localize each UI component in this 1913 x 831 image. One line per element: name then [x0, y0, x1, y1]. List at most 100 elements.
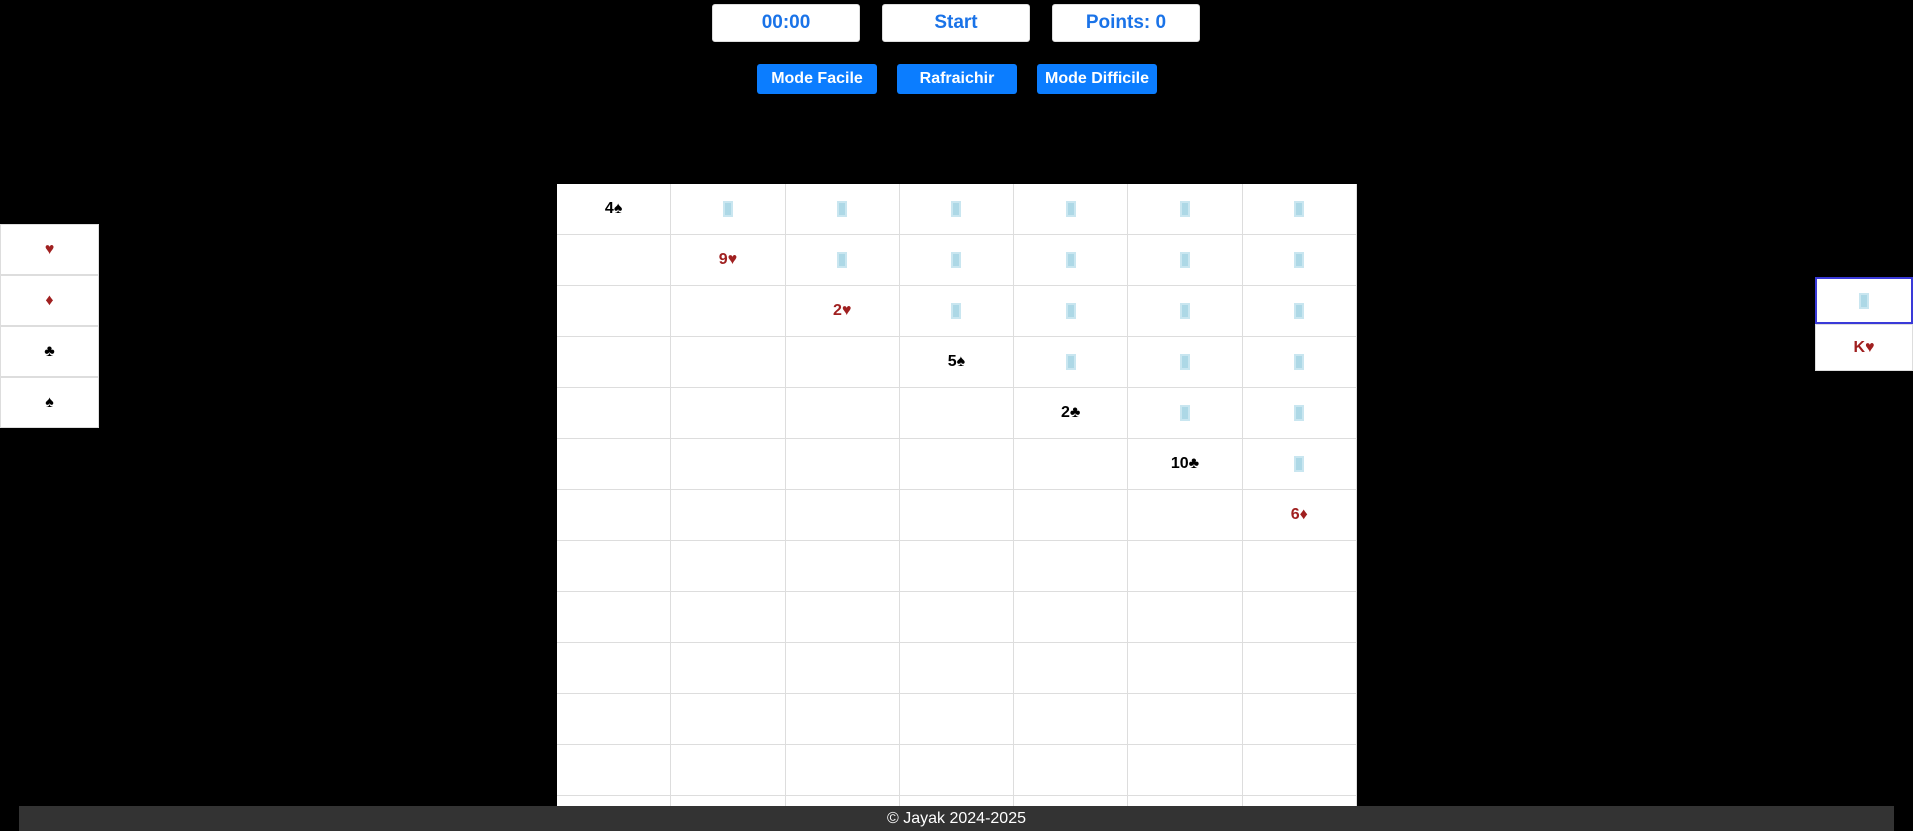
card-back-icon [837, 252, 848, 268]
face-down-card[interactable] [1014, 184, 1129, 235]
card-back-icon [1179, 252, 1190, 268]
empty-cell [1014, 439, 1129, 490]
face-down-card[interactable] [1014, 235, 1129, 286]
empty-cell [1128, 796, 1243, 806]
foundation-slot[interactable]: ♣ [0, 326, 99, 377]
card-back-icon [1294, 303, 1305, 319]
empty-cell [671, 796, 786, 806]
tableau-grid: 4♠ 9♥ 2♥ 5♠ 2♣ 10♣ 6♦ [557, 184, 1357, 806]
foundation-piles: ♥ ♦ ♣ ♠ [0, 224, 99, 428]
face-up-card[interactable]: 9♥ [671, 235, 786, 286]
empty-cell [785, 541, 900, 592]
tableau-board: 4♠ 9♥ 2♥ 5♠ 2♣ 10♣ 6♦ [557, 184, 1357, 806]
card-back-icon [1179, 354, 1190, 370]
hard-mode-button[interactable]: Mode Difficile [1037, 64, 1157, 94]
empty-cell [785, 592, 900, 643]
face-down-card[interactable] [1242, 439, 1357, 490]
empty-cell [671, 439, 786, 490]
empty-cell [786, 796, 900, 806]
empty-cell [1242, 643, 1357, 694]
face-down-card[interactable] [1242, 337, 1357, 388]
face-down-card[interactable] [1128, 388, 1243, 439]
top-bar: 00:00 Start Points: 0 [0, 4, 1913, 44]
empty-cell [1128, 541, 1243, 592]
card-back-icon [1065, 252, 1076, 268]
face-down-card[interactable] [1242, 286, 1357, 337]
empty-cell [671, 286, 786, 337]
empty-cell [1242, 592, 1357, 643]
card-back-icon [951, 303, 962, 319]
empty-cell [671, 490, 786, 541]
start-button[interactable]: Start [882, 4, 1030, 42]
face-up-card[interactable]: 4♠ [557, 184, 672, 235]
card-back-icon [1294, 456, 1305, 472]
stock-area: K♥ [1815, 277, 1913, 371]
empty-cell [1014, 694, 1129, 745]
card-back-icon [837, 201, 848, 217]
card-back-icon [1179, 405, 1190, 421]
face-down-card[interactable] [1128, 337, 1243, 388]
card-back-icon [1294, 201, 1305, 217]
empty-cell [557, 490, 672, 541]
face-up-card[interactable]: 2♣ [1014, 388, 1129, 439]
foundation-slot[interactable]: ♥ [0, 224, 99, 275]
empty-cell [899, 490, 1015, 541]
empty-cell [785, 745, 900, 796]
card-back-icon [1294, 252, 1305, 268]
waste-pile[interactable]: K♥ [1815, 324, 1913, 371]
face-up-card[interactable]: 2♥ [785, 286, 900, 337]
empty-cell [900, 796, 1015, 806]
empty-cell [899, 745, 1015, 796]
face-down-card[interactable] [1014, 286, 1129, 337]
face-down-card[interactable] [671, 184, 786, 235]
foundation-slot[interactable]: ♠ [0, 377, 99, 428]
empty-cell [1242, 745, 1357, 796]
empty-cell [671, 592, 786, 643]
card-back-icon [1859, 292, 1869, 309]
empty-cell [671, 643, 786, 694]
empty-cell [557, 745, 672, 796]
face-up-card[interactable]: 10♣ [1128, 439, 1243, 490]
face-down-card[interactable] [899, 235, 1015, 286]
card-back-icon [722, 201, 733, 217]
face-down-card[interactable] [1128, 235, 1243, 286]
face-down-card[interactable] [1014, 337, 1129, 388]
card-back-icon [1065, 303, 1076, 319]
foundation-slot[interactable]: ♦ [0, 275, 99, 326]
empty-cell [1014, 643, 1129, 694]
empty-cell [671, 388, 786, 439]
empty-cell [785, 337, 900, 388]
empty-cell [785, 439, 900, 490]
easy-mode-button[interactable]: Mode Facile [757, 64, 877, 94]
refresh-button[interactable]: Rafraichir [897, 64, 1017, 94]
empty-cell [899, 643, 1015, 694]
points-display: Points: 0 [1052, 4, 1200, 42]
face-down-card[interactable] [1128, 184, 1243, 235]
face-down-card[interactable] [899, 184, 1015, 235]
face-up-card[interactable]: 5♠ [899, 337, 1015, 388]
empty-cell [785, 388, 900, 439]
empty-cell [1128, 592, 1243, 643]
face-down-card[interactable] [1128, 286, 1243, 337]
empty-cell [1014, 541, 1129, 592]
timer-display: 00:00 [712, 4, 860, 42]
empty-cell [1128, 490, 1243, 541]
empty-cell [557, 439, 672, 490]
face-down-card[interactable] [1242, 235, 1357, 286]
face-down-card[interactable] [899, 286, 1015, 337]
face-down-card[interactable] [1242, 388, 1357, 439]
empty-cell [899, 541, 1015, 592]
stock-pile[interactable] [1815, 277, 1913, 324]
empty-cell [785, 643, 900, 694]
empty-cell [557, 286, 672, 337]
empty-cell [557, 388, 672, 439]
empty-cell [671, 337, 786, 388]
footer: © Jayak 2024-2025 [19, 806, 1894, 831]
face-down-card[interactable] [1242, 184, 1357, 235]
face-down-card[interactable] [785, 235, 900, 286]
empty-cell [899, 388, 1015, 439]
empty-cell [557, 694, 672, 745]
empty-cell [899, 592, 1015, 643]
face-down-card[interactable] [785, 184, 900, 235]
face-up-card[interactable]: 6♦ [1242, 490, 1357, 541]
